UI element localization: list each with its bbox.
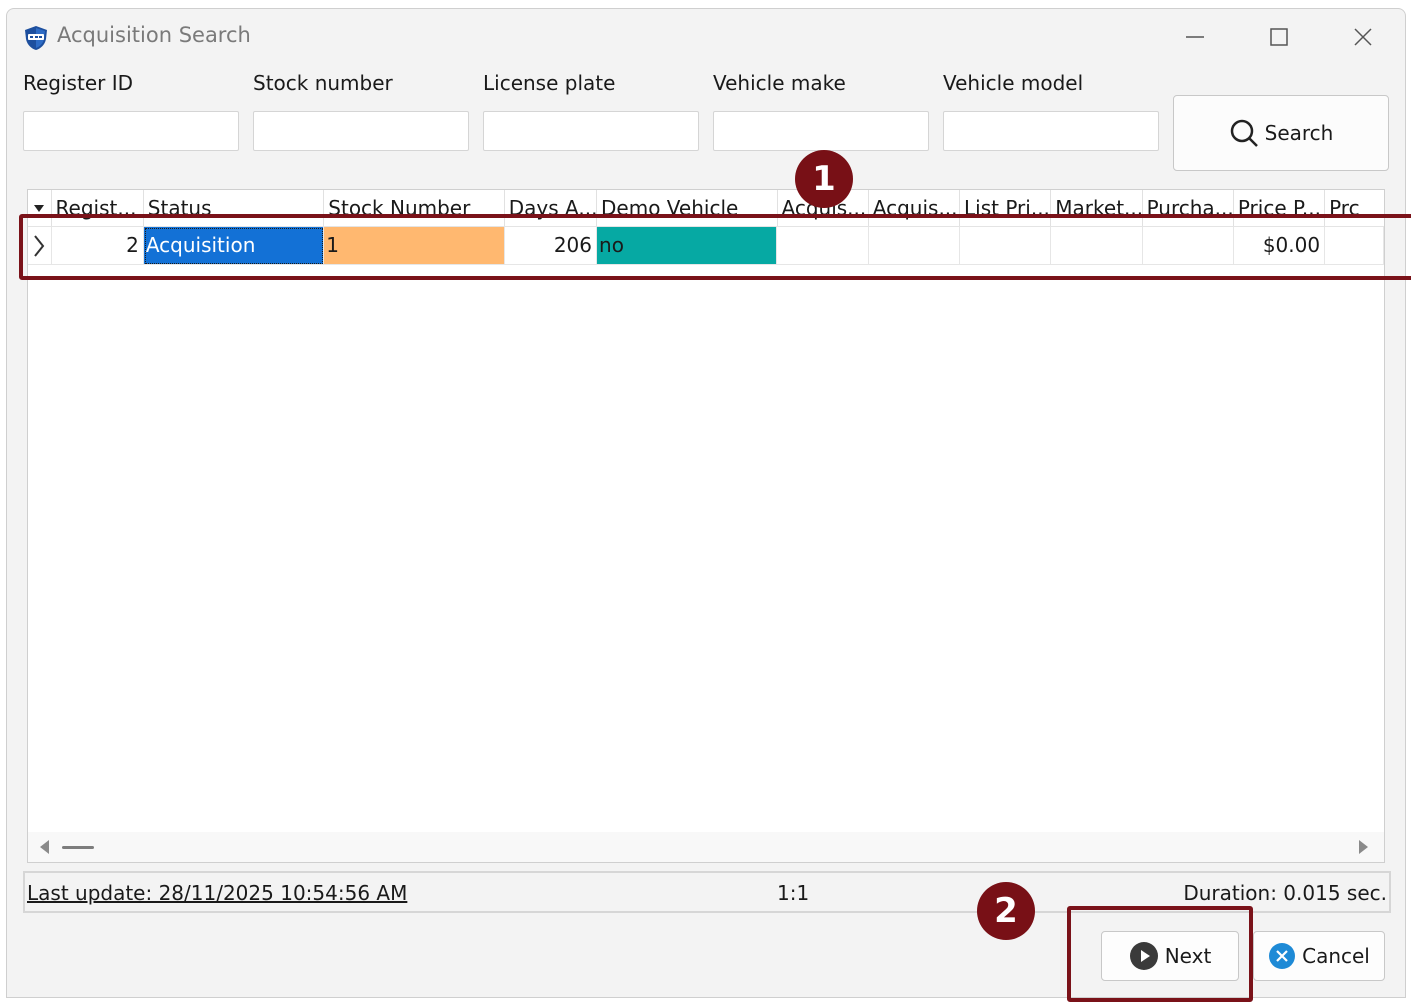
maximize-button[interactable]: [1251, 17, 1307, 57]
vehicle-model-label: Vehicle model: [943, 71, 1084, 95]
register-id-input[interactable]: [23, 111, 239, 151]
scroll-left-icon[interactable]: [38, 839, 50, 855]
search-button[interactable]: Search: [1173, 95, 1389, 171]
cancel-button[interactable]: Cancel: [1253, 931, 1385, 981]
results-grid: Regist... Status Stock Number Days A... …: [27, 189, 1385, 863]
horizontal-scrollbar[interactable]: [28, 832, 1384, 862]
minimize-icon: [1186, 36, 1204, 38]
scrollbar-thumb[interactable]: [62, 846, 94, 849]
stock-number-label: Stock number: [253, 71, 393, 95]
callout-badge-2: 2: [977, 882, 1035, 940]
search-icon: [1230, 119, 1258, 147]
callout-badge-1: 1: [795, 150, 853, 208]
app-shield-icon: [25, 26, 47, 50]
highlight-next-box: [1067, 906, 1253, 1002]
license-plate-label: License plate: [483, 71, 616, 95]
maximize-icon: [1270, 28, 1288, 46]
close-icon: [1354, 28, 1372, 46]
acquisition-search-window: Acquisition Search Register ID Stock num…: [6, 8, 1406, 998]
scroll-right-icon[interactable]: [1358, 839, 1370, 855]
position-text: 1:1: [777, 881, 810, 905]
close-button[interactable]: [1335, 17, 1391, 57]
cancel-icon: [1269, 943, 1296, 969]
highlight-row-box: [19, 214, 1411, 280]
license-plate-input[interactable]: [483, 111, 699, 151]
vehicle-model-input[interactable]: [943, 111, 1159, 151]
sort-down-icon: [34, 205, 45, 212]
vehicle-make-label: Vehicle make: [713, 71, 846, 95]
vehicle-make-input[interactable]: [713, 111, 929, 151]
cancel-label: Cancel: [1302, 944, 1370, 968]
stock-number-input[interactable]: [253, 111, 469, 151]
title-bar: Acquisition Search: [7, 9, 1405, 65]
register-id-label: Register ID: [23, 71, 133, 95]
duration-text: Duration: 0.015 sec.: [1183, 881, 1387, 905]
search-label: Search: [1264, 121, 1334, 145]
window-title: Acquisition Search: [57, 23, 251, 47]
last-update-text: Last update: 28/11/2025 10:54:56 AM: [27, 881, 408, 905]
minimize-button[interactable]: [1167, 17, 1223, 57]
